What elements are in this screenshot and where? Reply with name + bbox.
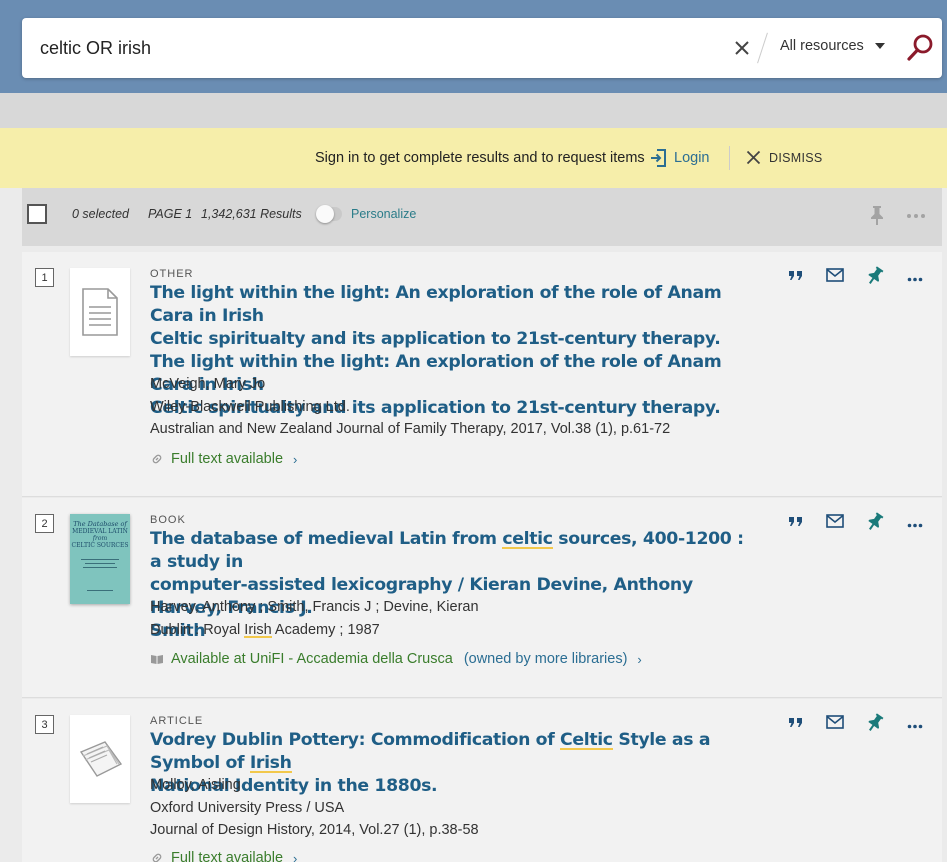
selected-count: 0 selected [72,207,129,221]
signin-banner: Sign in to get complete results and to r… [0,128,947,188]
citation-icon[interactable] [788,268,804,287]
result-author: Molloy, Aisling [150,777,241,793]
pin-icon[interactable] [866,266,884,291]
result-actions [788,266,928,291]
login-link[interactable]: Login [650,148,709,168]
login-label: Login [674,150,710,166]
result-title[interactable]: Vodrey Dublin Pottery: Commodification o… [150,729,760,798]
divider [729,146,730,170]
results-count: 1,342,631 Results [201,207,302,221]
document-icon [70,268,130,356]
title-line: Vodrey Dublin Pottery: Commodification o… [150,730,711,773]
toggle-knob [316,205,334,223]
header-bar: All resources [0,0,947,93]
owned-by-more-libraries: (owned by more libraries) [463,651,628,667]
result-publisher: Oxford University Press / USA [150,800,345,816]
highlighted-term: Irish [249,753,292,773]
citation-icon[interactable] [788,715,804,734]
search-input[interactable] [40,30,720,66]
email-icon[interactable] [826,514,844,533]
book-cover: The Database of MEDIEVAL LATIN from CELT… [70,514,130,604]
highlighted-term: celtic [502,529,553,549]
search-box: All resources [22,18,942,78]
cover-text: MEDIEVAL LATIN [72,528,128,535]
more-options-icon[interactable] [907,716,923,734]
email-icon[interactable] [826,715,844,734]
more-options-icon[interactable] [907,269,923,287]
personalize-toggle[interactable] [316,205,342,223]
dismiss-button[interactable]: DISMISS [746,150,823,165]
title-line: Celtic spiritualty and its application t… [150,329,721,349]
result-type: OTHER [150,268,194,280]
result-authors: Harvey, Anthony ; Smith, Francis J ; Dev… [150,599,479,615]
availability-link[interactable]: Available at UniFI - Accademia della Cru… [150,651,642,667]
search-button[interactable] [904,32,936,64]
email-icon[interactable] [826,268,844,287]
highlighted-term: Irish [244,622,272,638]
login-icon [651,149,666,167]
chevron-right-icon: › [293,850,298,862]
more-options-icon[interactable] [906,206,926,224]
cover-text: CELTIC SOURCES [71,542,129,549]
dismiss-label: DISMISS [769,150,823,165]
result-type: ARTICLE [150,715,204,727]
signin-message: Sign in to get complete results and to r… [315,150,645,166]
availability-text: Full text available [171,451,284,467]
result-item: 1 OTHER The light within the light: An e… [22,252,942,497]
full-text-link[interactable]: Full text available › [150,451,297,467]
availability-text: Available at UniFI - Accademia della Cru… [171,651,453,667]
result-actions [788,713,928,738]
chevron-down-icon[interactable] [875,43,885,49]
result-item: 2 The Database of MEDIEVAL LATIN from CE… [22,498,942,698]
close-icon [746,150,761,165]
result-checkbox[interactable]: 2 [35,514,54,533]
search-icon [907,34,933,61]
page-indicator: PAGE 1 [148,207,193,221]
availability-text: Full text available [171,850,284,862]
clear-search-button[interactable] [728,33,756,63]
result-source: Australian and New Zealand Journal of Fa… [150,421,671,437]
article-icon [70,715,130,803]
title-line: National Identity in the 1880s. [150,776,438,796]
full-text-link[interactable]: Full text available › [150,850,297,862]
more-options-icon[interactable] [907,515,923,533]
chevron-right-icon: › [637,651,642,667]
divider [757,32,768,64]
result-publisher: Wiley-Blackwell Publishing Ltd. [150,399,350,415]
book-icon [151,655,163,664]
result-checkbox[interactable]: 1 [35,268,54,287]
citation-icon[interactable] [788,514,804,533]
result-author: McVeigh, Mary Jo [150,376,266,392]
results-toolbar: 0 selected PAGE 1 1,342,631 Results Pers… [22,188,942,246]
result-publisher: Dublin : Royal Irish Academy ; 1987 [150,622,380,638]
link-icon [152,853,162,862]
scope-select[interactable]: All resources [780,38,864,54]
personalize-label[interactable]: Personalize [351,207,416,221]
header-spacer [0,93,947,128]
pin-icon[interactable] [866,512,884,537]
result-actions [788,512,928,537]
title-line: The database of medieval Latin from celt… [150,529,744,572]
chevron-right-icon: › [293,451,298,467]
pin-icon[interactable] [868,204,886,231]
link-icon [152,454,162,464]
result-item: 3 ARTICLE Vodrey Dublin Pottery: Commodi… [22,699,942,862]
close-icon [735,41,749,55]
title-line: The light within the light: An explorati… [150,283,722,326]
cover-text: from [92,535,108,542]
result-type: BOOK [150,514,186,526]
highlighted-term: Celtic [560,730,613,750]
select-all-checkbox[interactable] [27,204,47,224]
pin-icon[interactable] [866,713,884,738]
result-checkbox[interactable]: 3 [35,715,54,734]
cover-text: The Database of [73,520,127,528]
result-source: Journal of Design History, 2014, Vol.27 … [150,822,479,838]
